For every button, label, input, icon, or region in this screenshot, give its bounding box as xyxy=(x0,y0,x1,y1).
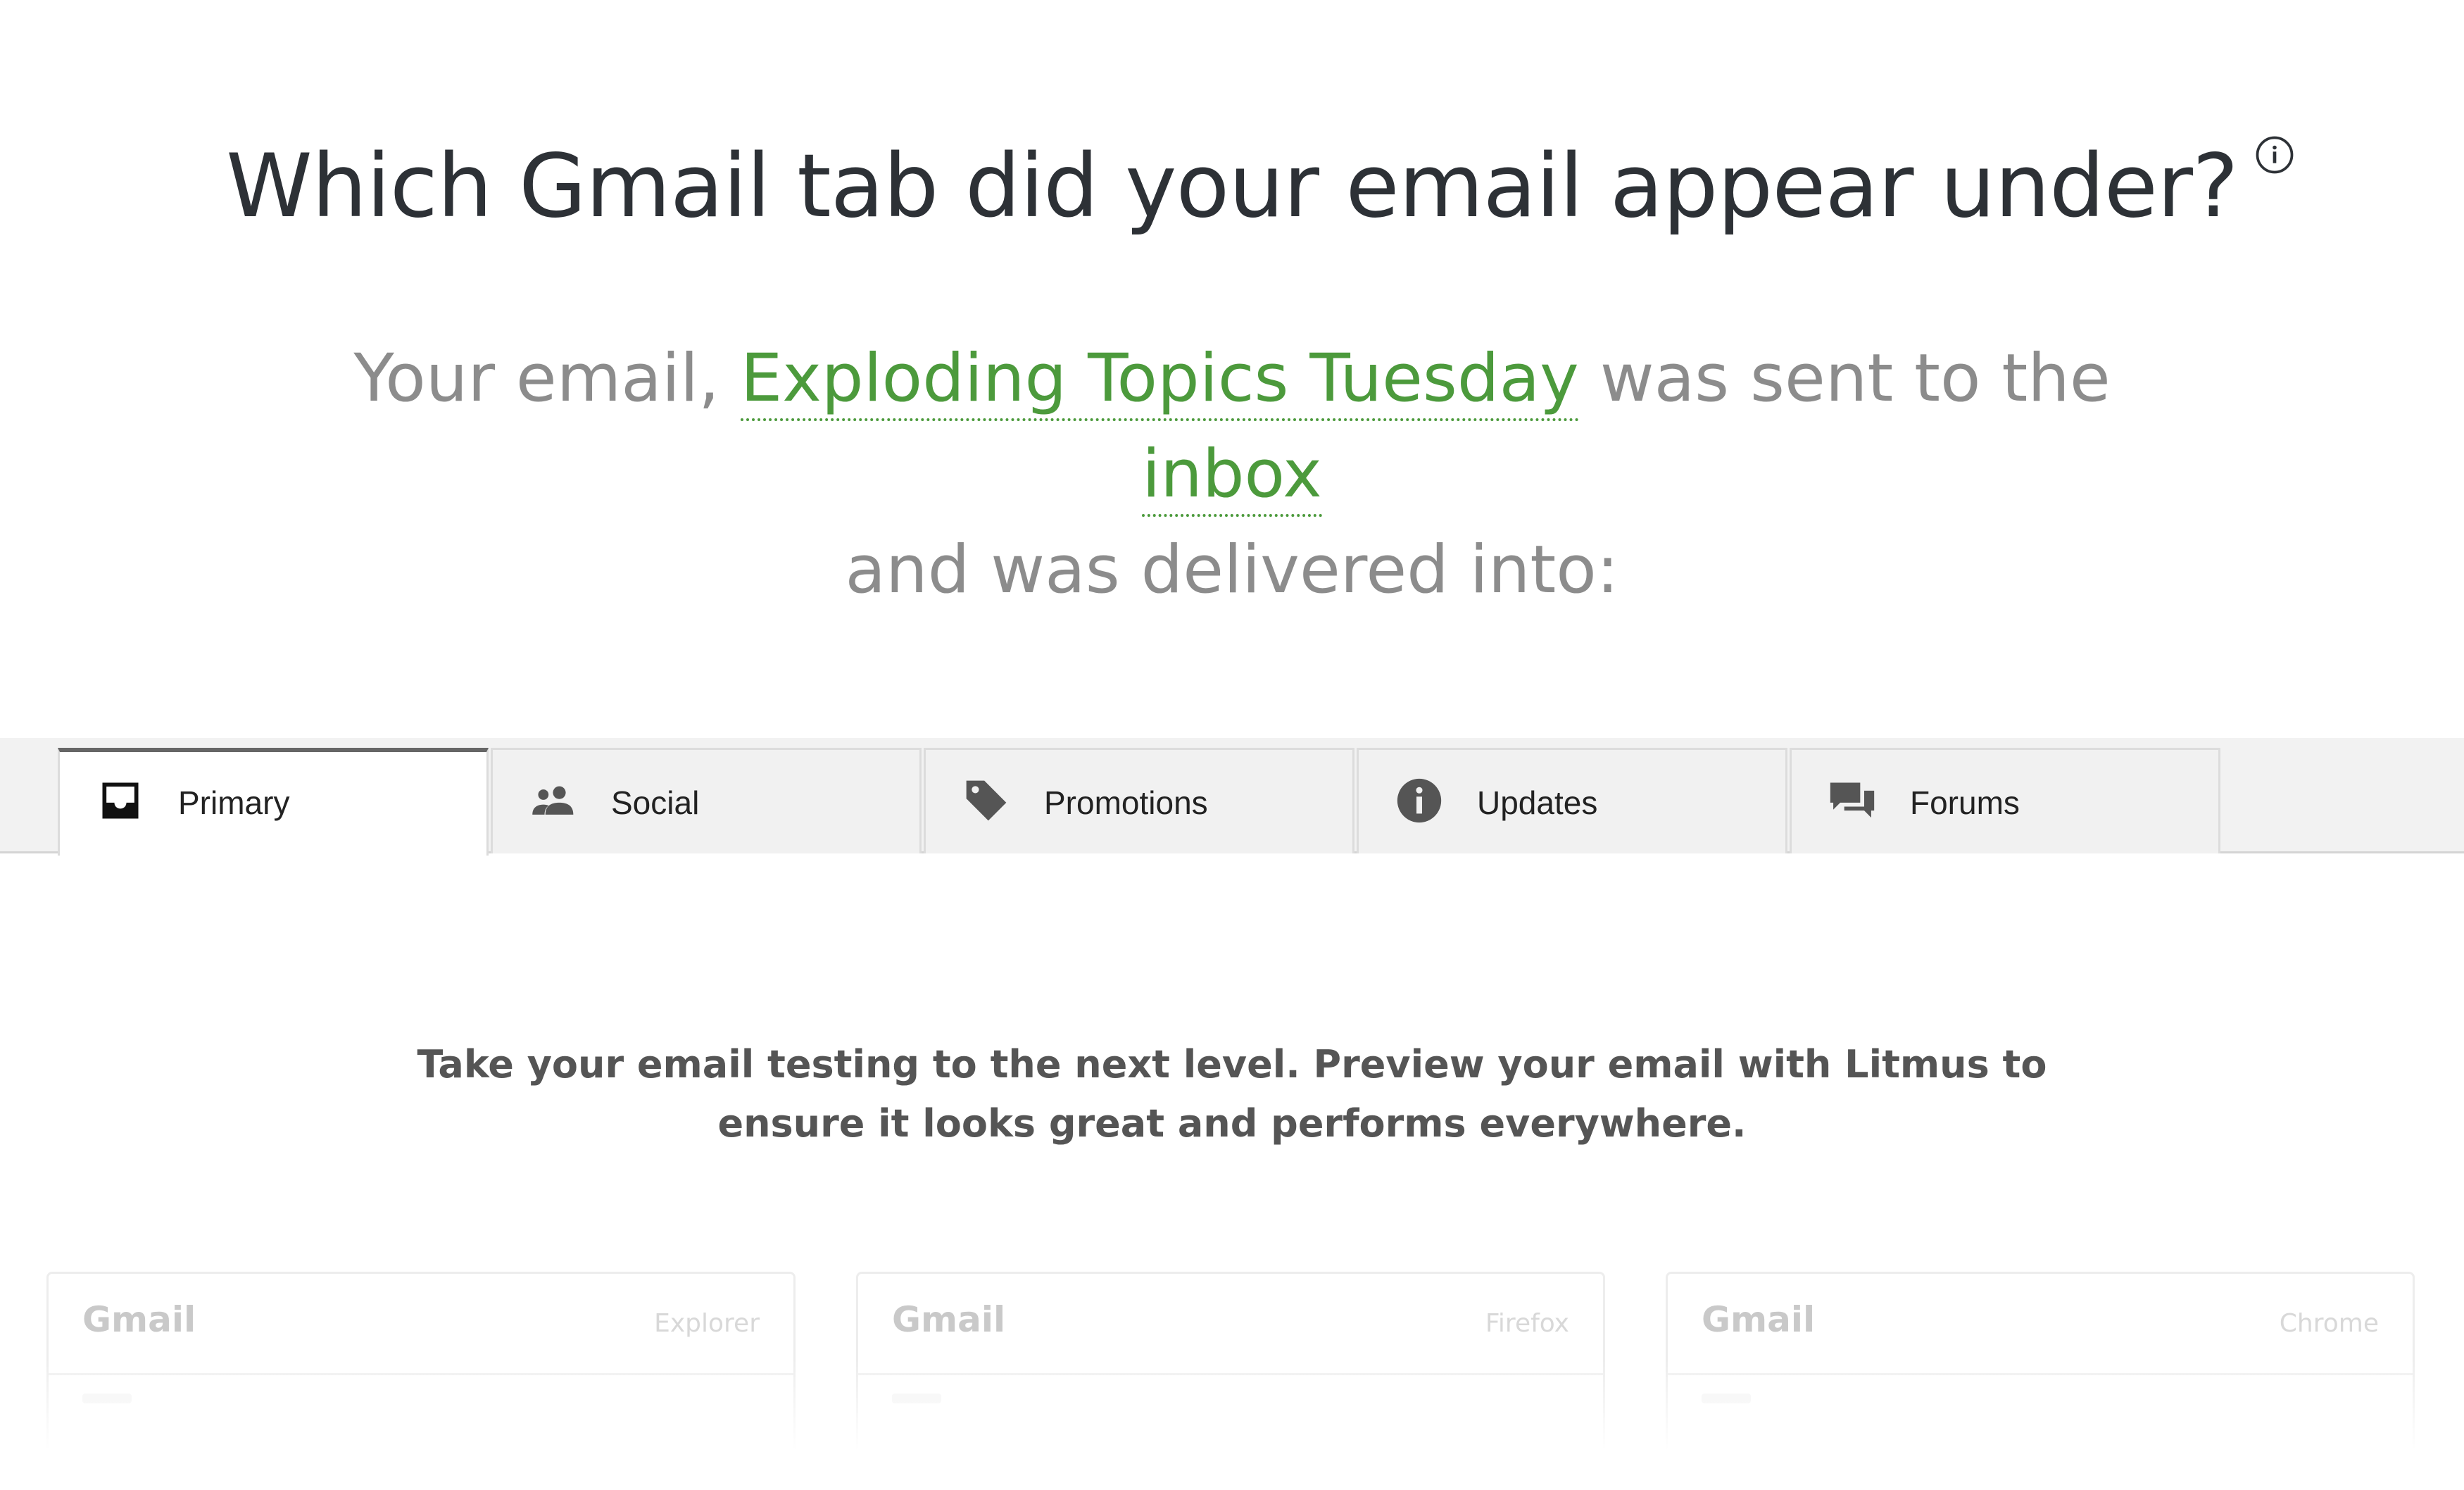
status-prefix: Your email, xyxy=(353,340,719,417)
inbox-icon xyxy=(102,782,139,819)
status-line-2: inbox xyxy=(0,427,2464,522)
page: Which Gmail tab did your email appear un… xyxy=(0,0,2464,1490)
page-title: Which Gmail tab did your email appear un… xyxy=(226,120,2294,253)
preview-card-browser: Explorer xyxy=(654,1309,760,1338)
heading-wrap: Which Gmail tab did your email appear un… xyxy=(0,120,2464,253)
litmus-promo-text: Take your email testing to the next leve… xyxy=(417,1042,2047,1146)
tab-forums-label: Forums xyxy=(1910,784,2020,821)
delivery-status: Your email, Exploding Topics Tuesday was… xyxy=(0,331,2464,618)
tab-updates[interactable]: Updates xyxy=(1357,748,1787,853)
tab-forums[interactable]: Forums xyxy=(1790,748,2220,853)
tag-icon xyxy=(966,780,1007,821)
page-title-text: Which Gmail tab did your email appear un… xyxy=(226,136,2239,237)
email-name-link[interactable]: Exploding Topics Tuesday xyxy=(740,340,1579,421)
preview-card-client: Gmail xyxy=(892,1299,1006,1340)
preview-card-header: Gmail Chrome xyxy=(1668,1274,2413,1375)
preview-card-firefox[interactable]: Gmail Firefox xyxy=(856,1272,1605,1490)
preview-card-header: Gmail Explorer xyxy=(49,1274,793,1375)
chat-bubbles-icon xyxy=(1830,782,1875,818)
tab-primary-label: Primary xyxy=(178,784,290,821)
status-line-1: Your email, Exploding Topics Tuesday was… xyxy=(0,331,2464,427)
preview-card-header: Gmail Firefox xyxy=(858,1274,1603,1375)
people-icon xyxy=(532,786,574,815)
folder-link[interactable]: inbox xyxy=(1142,436,1322,517)
gmail-tab-bar: Primary Social Promotions Updates Forums xyxy=(0,738,2464,856)
info-circle-icon[interactable] xyxy=(2255,135,2294,175)
tab-primary[interactable]: Primary xyxy=(58,748,489,856)
preview-card-chrome[interactable]: Gmail Chrome xyxy=(1666,1272,2415,1490)
preview-card-client: Gmail xyxy=(82,1299,196,1340)
tab-promotions[interactable]: Promotions xyxy=(924,748,1354,853)
tab-promotions-label: Promotions xyxy=(1044,784,1208,821)
preview-card-explorer[interactable]: Gmail Explorer xyxy=(46,1272,796,1490)
placeholder-bar xyxy=(892,1394,941,1403)
status-middle: was sent to the xyxy=(1599,340,2111,417)
preview-card-browser: Chrome xyxy=(2279,1309,2379,1338)
tab-social-label: Social xyxy=(611,784,700,821)
info-icon xyxy=(1397,778,1442,823)
status-line-3: and was delivered into: xyxy=(845,532,1619,608)
tab-updates-label: Updates xyxy=(1477,784,1598,821)
preview-card-client: Gmail xyxy=(1702,1299,1816,1340)
placeholder-bar xyxy=(82,1394,132,1403)
placeholder-bar xyxy=(1702,1394,1751,1403)
tab-social[interactable]: Social xyxy=(491,748,922,853)
preview-card-browser: Firefox xyxy=(1485,1309,1569,1338)
